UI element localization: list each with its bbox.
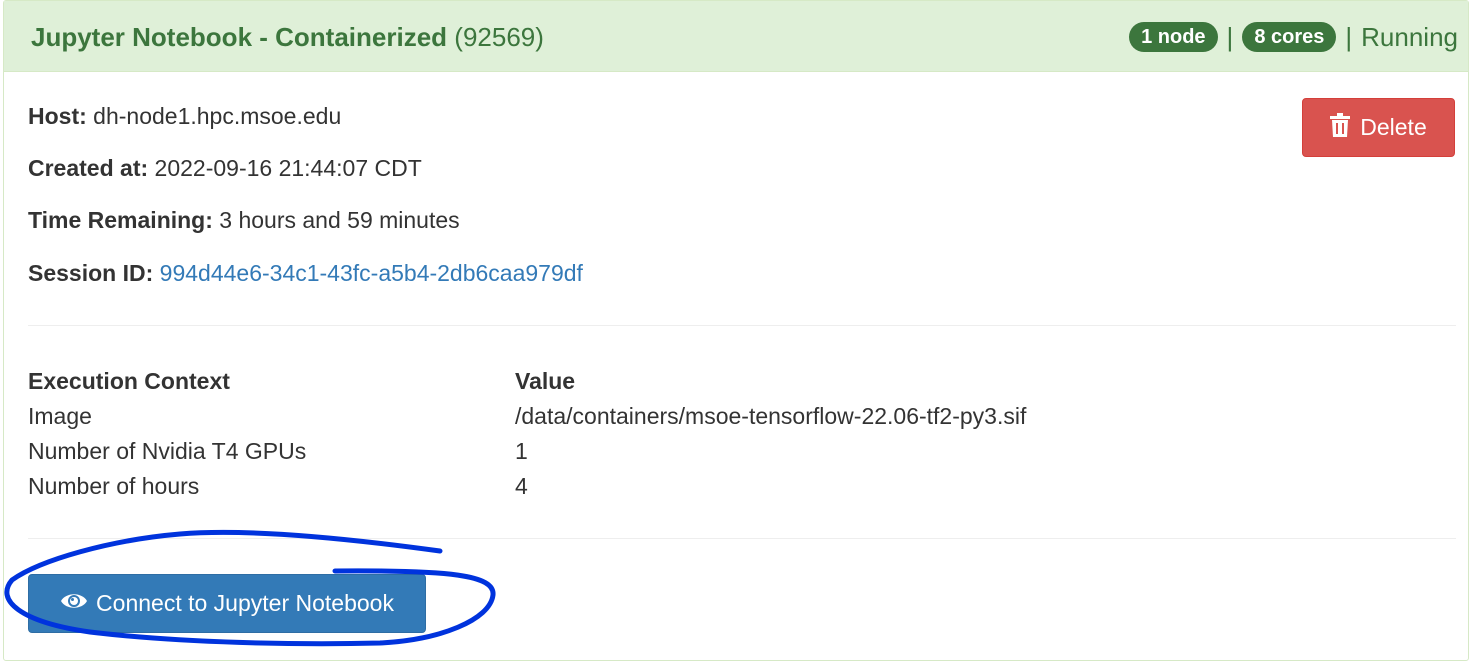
section-divider [28,325,1456,326]
host-value: dh-node1.hpc.msoe.edu [93,103,342,129]
session-id-label: Session ID: [28,260,154,286]
time-remaining-value: 3 hours and 59 minutes [219,207,460,233]
host-label: Host: [28,103,87,129]
connect-label: Connect to Jupyter Notebook [96,590,394,616]
session-card: Jupyter Notebook - Containerized (92569)… [3,0,1469,661]
app-name: Jupyter Notebook - Containerized [31,22,448,52]
session-card-header: Jupyter Notebook - Containerized (92569)… [4,1,1468,72]
table-row: Number of hours 4 [28,469,1128,504]
status-separator: | [1345,21,1353,52]
nodes-badge: 1 node [1129,22,1218,52]
session-id-line: Session ID: 994d44e6-34c1-43fc-a5b4-2db6… [28,259,583,287]
session-status-bar: 1 node | 8 cores | Running [1129,21,1458,53]
delete-button[interactable]: Delete [1302,98,1455,157]
session-title: Jupyter Notebook - Containerized (92569) [31,21,544,53]
cores-badge: 8 cores [1242,22,1337,52]
table-row: Number of Nvidia T4 GPUs 1 [28,434,1128,469]
created-label: Created at: [28,155,149,181]
context-value: 1 [515,438,528,464]
status-separator: | [1226,21,1234,52]
column-header-value: Value [515,368,576,394]
column-header-context: Execution Context [28,368,230,394]
host-line: Host: dh-node1.hpc.msoe.edu [28,102,341,130]
context-name: Number of Nvidia T4 GPUs [28,438,307,464]
section-divider [28,538,1456,539]
delete-label: Delete [1360,114,1427,140]
context-name: Number of hours [28,473,200,499]
time-remaining-label: Time Remaining: [28,207,213,233]
time-remaining-line: Time Remaining: 3 hours and 59 minutes [28,206,460,234]
table-row: Image /data/containers/msoe-tensorflow-2… [28,399,1128,434]
job-id: (92569) [454,22,544,52]
context-name: Image [28,403,92,429]
execution-context-table: Execution Context Value Image /data/cont… [28,364,1128,504]
context-value: /data/containers/msoe-tensorflow-22.06-t… [515,403,1027,429]
eye-icon [60,590,88,617]
session-id-link[interactable]: 994d44e6-34c1-43fc-a5b4-2db6caa979df [160,260,583,286]
connect-jupyter-button[interactable]: Connect to Jupyter Notebook [28,574,426,633]
table-header-row: Execution Context Value [28,364,1128,399]
created-value: 2022-09-16 21:44:07 CDT [154,155,422,181]
trash-icon [1330,112,1351,143]
created-line: Created at: 2022-09-16 21:44:07 CDT [28,154,422,182]
status-text: Running [1361,21,1458,52]
context-value: 4 [515,473,528,499]
